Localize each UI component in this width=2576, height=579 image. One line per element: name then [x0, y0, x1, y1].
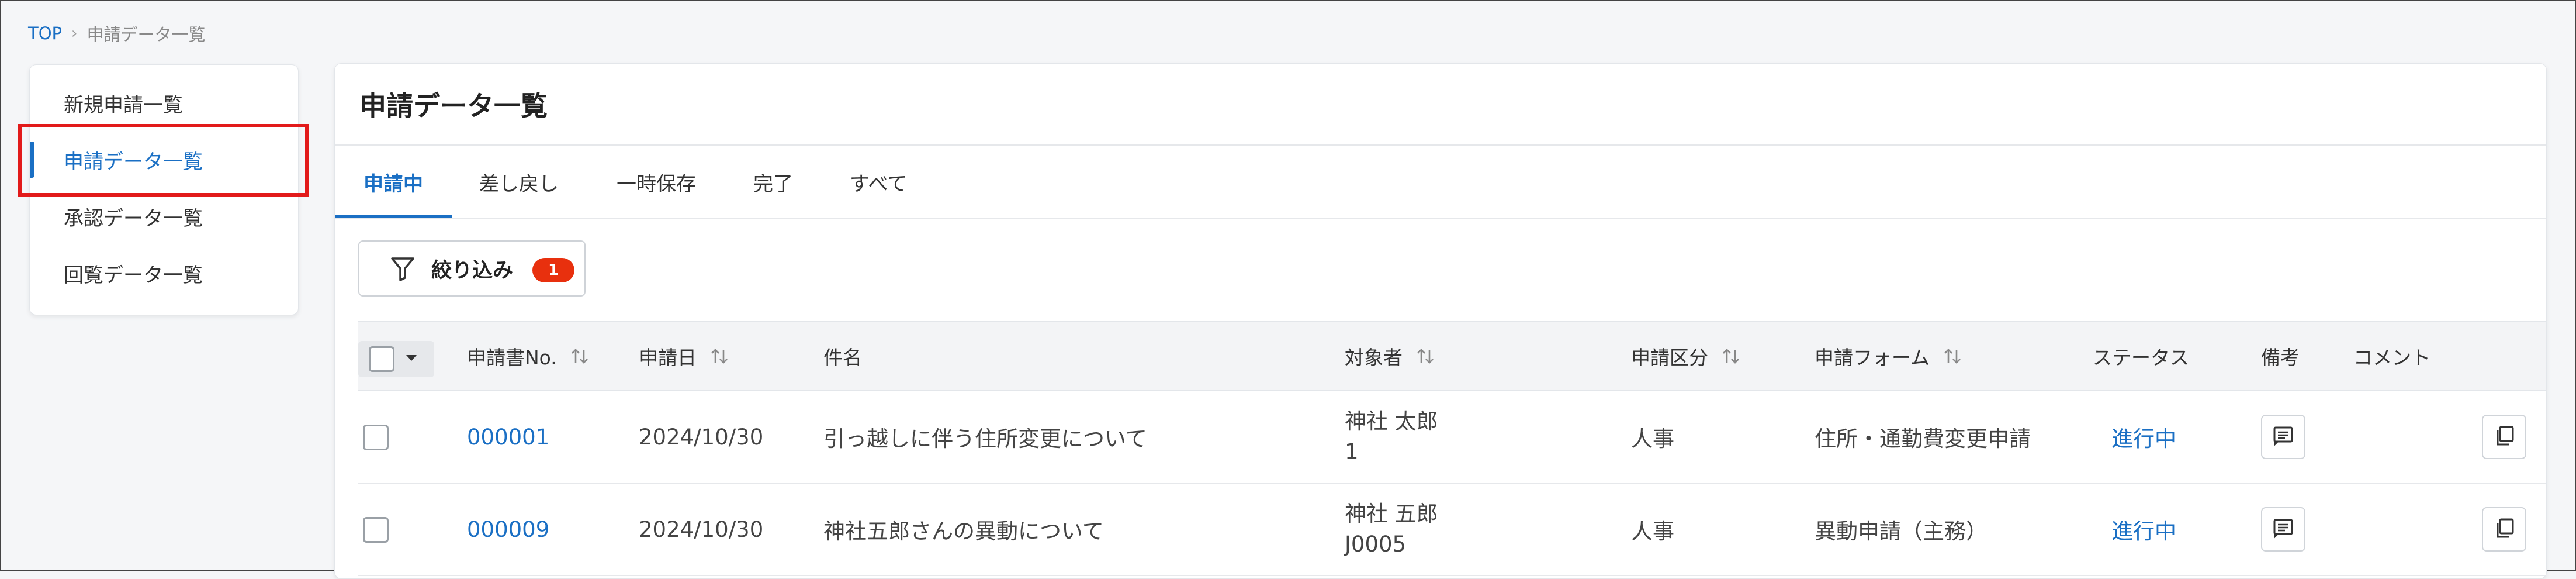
table-header: 申請書No. 申請日 件名 対象者 申請区分 申請フォーム ステータス 備考 コ… [358, 321, 2546, 391]
sidebar-item-application-data[interactable]: 申請データ一覧 [30, 133, 298, 186]
application-subject: 引っ越しに伴う住所変更について [823, 426, 1147, 452]
column-header-label: コメント [2353, 346, 2430, 369]
sort-icon [1943, 346, 1962, 366]
application-category: 人事 [1631, 519, 1674, 544]
main-panel: 申請データ一覧 申請中 差し戻し 一時保存 完了 すべて 絞り込み 1 申請書N… [334, 63, 2547, 579]
remarks-button[interactable] [2261, 507, 2305, 552]
target-id: 1 [1345, 439, 1359, 464]
tab-label: 完了 [753, 172, 793, 196]
sidebar: 新規申請一覧 申請データ一覧 承認データ一覧 回覧データ一覧 [29, 64, 299, 315]
page-title: 申請データ一覧 [359, 90, 548, 122]
sidebar-item-approval-data[interactable]: 承認データ一覧 [30, 190, 298, 243]
column-header-label: 申請日 [639, 346, 697, 369]
tab-label: 差し戻し [479, 172, 559, 196]
filter-label: 絞り込み [431, 259, 514, 282]
sidebar-item-label: 回覧データ一覧 [64, 263, 203, 287]
sort-icon [1721, 346, 1741, 366]
breadcrumb-top-link[interactable]: TOP [28, 23, 62, 43]
column-header-no[interactable]: 申請書No. [467, 322, 590, 390]
target-name: 神社 太郎 [1345, 409, 1438, 434]
tab-all[interactable]: すべて [820, 146, 937, 218]
sidebar-item-label: 新規申請一覧 [64, 93, 183, 117]
copy-icon [2492, 424, 2516, 450]
column-header-label: 件名 [823, 346, 862, 369]
breadcrumb-separator: › [71, 25, 78, 42]
column-header-date[interactable]: 申請日 [639, 322, 729, 390]
target-id: J0005 [1345, 532, 1407, 557]
column-header-comment: コメント [2353, 322, 2430, 390]
remarks-button[interactable] [2261, 415, 2305, 459]
tab-returned[interactable]: 差し戻し [452, 146, 586, 218]
application-date: 2024/10/30 [639, 424, 764, 450]
breadcrumb-current: 申請データ一覧 [86, 25, 206, 44]
message-icon [2272, 516, 2295, 542]
sidebar-item-label: 申請データ一覧 [64, 150, 203, 174]
target-person: 神社 太郎 1 [1345, 391, 1438, 482]
sort-icon [570, 346, 590, 366]
column-header-label: 対象者 [1345, 346, 1403, 369]
breadcrumb: TOP › 申請データ一覧 [28, 21, 205, 46]
column-header-label: 備考 [2261, 346, 2300, 369]
application-no-link[interactable]: 000001 [467, 391, 549, 482]
table-row[interactable]: 000001 2024/10/30 引っ越しに伴う住所変更について 神社 太郎 … [358, 391, 2546, 484]
column-header-label: 申請フォーム [1815, 346, 1930, 369]
target-name: 神社 五郎 [1345, 501, 1438, 526]
tab-label: すべて [849, 172, 908, 196]
application-subject: 神社五郎さんの異動について [823, 519, 1104, 544]
message-icon [2272, 424, 2295, 450]
copy-button[interactable] [2482, 415, 2526, 459]
tab-label: 一時保存 [617, 172, 696, 196]
application-date: 2024/10/30 [639, 516, 764, 542]
column-header-form[interactable]: 申請フォーム [1815, 322, 1962, 390]
column-header-status: ステータス [2093, 322, 2189, 390]
status-badge: 進行中 [2111, 426, 2176, 452]
column-header-label: ステータス [2093, 346, 2189, 369]
sidebar-item-new-applications[interactable]: 新規申請一覧 [30, 77, 298, 129]
application-no-link[interactable]: 000009 [467, 484, 549, 575]
column-header-label: 申請書No. [467, 346, 557, 369]
tab-draft[interactable]: 一時保存 [586, 146, 726, 218]
row-checkbox[interactable] [363, 425, 389, 450]
divider [335, 218, 2546, 219]
select-all-checkbox[interactable] [369, 346, 394, 372]
copy-icon [2492, 516, 2516, 542]
column-header-label: 申請区分 [1631, 346, 1708, 369]
row-checkbox[interactable] [363, 517, 389, 543]
sort-icon [1415, 346, 1435, 366]
chevron-down-icon [406, 355, 417, 361]
application-category: 人事 [1631, 426, 1674, 452]
column-header-subject: 件名 [823, 322, 862, 390]
tab-complete[interactable]: 完了 [726, 146, 820, 218]
column-header-category[interactable]: 申請区分 [1631, 322, 1741, 390]
sidebar-item-circulation-data[interactable]: 回覧データ一覧 [30, 247, 298, 299]
filter-icon [390, 256, 416, 285]
target-person: 神社 五郎 J0005 [1345, 484, 1438, 575]
filter-button[interactable]: 絞り込み 1 [358, 240, 586, 297]
tab-in-progress[interactable]: 申請中 [335, 146, 452, 218]
application-form: 住所・通勤費変更申請 [1815, 426, 2031, 452]
tab-bar: 申請中 差し戻し 一時保存 完了 すべて [335, 146, 2546, 219]
sidebar-item-label: 承認データ一覧 [64, 206, 203, 230]
select-all-dropdown[interactable] [358, 341, 434, 377]
status-badge: 進行中 [2111, 519, 2176, 544]
application-form: 異動申請（主務） [1815, 519, 1988, 544]
filter-count-badge: 1 [532, 258, 574, 282]
table-row[interactable]: 000009 2024/10/30 神社五郎さんの異動について 神社 五郎 J0… [358, 484, 2546, 576]
column-header-remarks: 備考 [2261, 322, 2300, 390]
sort-icon [709, 346, 729, 366]
tab-label: 申請中 [363, 172, 423, 196]
copy-button[interactable] [2482, 507, 2526, 552]
column-header-target[interactable]: 対象者 [1345, 322, 1435, 390]
